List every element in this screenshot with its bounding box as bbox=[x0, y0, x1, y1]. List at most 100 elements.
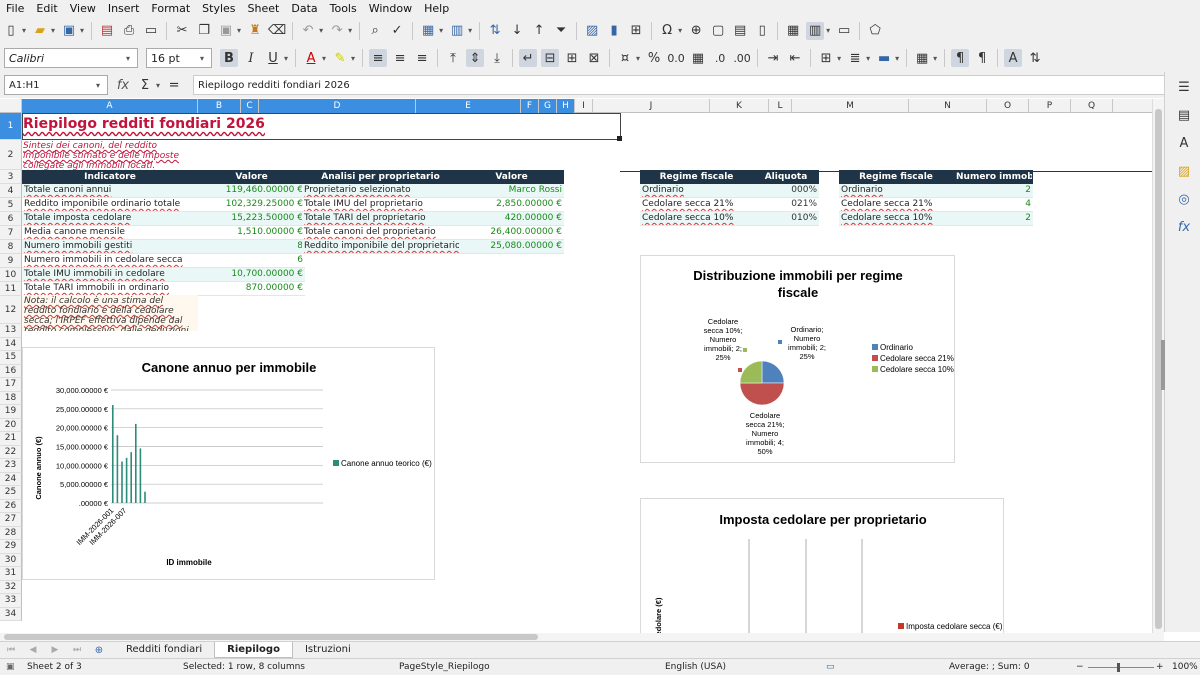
navigator-icon[interactable]: ◎ bbox=[1175, 190, 1193, 208]
menu-help[interactable]: Help bbox=[424, 2, 449, 15]
row-header-8[interactable]: 8 bbox=[0, 240, 22, 254]
column-header-L[interactable]: L bbox=[769, 99, 792, 113]
row-header-34[interactable]: 34 bbox=[0, 607, 22, 621]
row-header-24[interactable]: 24 bbox=[0, 472, 22, 486]
redo-icon[interactable]: ↷ bbox=[328, 22, 346, 40]
row-header-7[interactable]: 7 bbox=[0, 226, 22, 240]
menu-file[interactable]: File bbox=[6, 2, 24, 15]
row-header-11[interactable]: 11 bbox=[0, 282, 22, 296]
regime_rates-cell[interactable]: Ordinario bbox=[640, 184, 753, 198]
regime_rates-cell[interactable]: 010% bbox=[753, 212, 819, 226]
align-right-icon[interactable]: ≡ bbox=[413, 49, 431, 67]
regime_counts-header[interactable]: Numero immobili bbox=[953, 170, 1033, 184]
row-header-13[interactable]: 13 bbox=[0, 324, 22, 338]
selection-mode-icon[interactable]: ▭ bbox=[826, 662, 835, 672]
menu-styles[interactable]: Styles bbox=[202, 2, 235, 15]
freeze-rows-columns-icon[interactable]: ▦ bbox=[784, 22, 802, 40]
percent-format-icon[interactable]: % bbox=[645, 49, 663, 67]
align-middle-icon[interactable]: ⇕ bbox=[466, 49, 485, 67]
align-center-icon[interactable]: ≡ bbox=[391, 49, 409, 67]
row-header-18[interactable]: 18 bbox=[0, 391, 22, 405]
owner-header[interactable]: Valore bbox=[459, 170, 564, 184]
formula-icon[interactable]: = bbox=[165, 76, 183, 94]
split-window-icon[interactable]: ▥ bbox=[806, 21, 825, 40]
regime_rates-header[interactable]: Aliquota bbox=[753, 170, 819, 184]
owner-cell[interactable]: 26,400.00000 € bbox=[459, 226, 564, 240]
regime_counts-cell[interactable]: Cedolare secca 21% bbox=[839, 198, 953, 212]
highlight-color-icon[interactable]: ✎ bbox=[331, 49, 349, 67]
function-wizard-icon[interactable]: fx bbox=[114, 76, 132, 94]
horizontal-scrollbar[interactable] bbox=[0, 633, 1164, 641]
font-color-icon[interactable]: A bbox=[302, 49, 320, 67]
indicators-cell[interactable]: 119,460.00000 € bbox=[198, 184, 305, 198]
formula-input[interactable]: Riepilogo redditi fondiari 2026 bbox=[193, 75, 1169, 95]
indicators-cell[interactable]: 870.00000 € bbox=[198, 282, 305, 296]
regime_counts-cell[interactable]: 2 bbox=[953, 212, 1033, 226]
properties-icon[interactable]: ▤ bbox=[1175, 106, 1193, 124]
row-header-30[interactable]: 30 bbox=[0, 553, 22, 567]
owner-cell[interactable]: Totale TARI del proprietario bbox=[302, 212, 459, 226]
row-header-1[interactable]: 1 bbox=[0, 113, 22, 140]
row-header-31[interactable]: 31 bbox=[0, 567, 22, 581]
row-header-4[interactable]: 4 bbox=[0, 184, 22, 198]
row-header-19[interactable]: 19 bbox=[0, 405, 22, 419]
indicators-cell[interactable]: Reddito imponibile ordinario totale bbox=[22, 198, 198, 212]
indicators-cell[interactable]: 1,510.00000 € bbox=[198, 226, 305, 240]
new-document-icon[interactable]: ▯ bbox=[2, 22, 20, 40]
cut-icon[interactable]: ✂ bbox=[173, 22, 191, 40]
row-header-32[interactable]: 32 bbox=[0, 580, 22, 594]
zoom-out-icon[interactable]: − bbox=[1076, 662, 1084, 672]
menu-insert[interactable]: Insert bbox=[108, 2, 140, 15]
decrease-indent-icon[interactable]: ⇤ bbox=[786, 49, 804, 67]
insert-image-icon[interactable]: ▨ bbox=[583, 22, 601, 40]
menu-view[interactable]: View bbox=[70, 2, 96, 15]
indicators-cell[interactable]: Media canone mensile bbox=[22, 226, 198, 240]
shapes-icon[interactable]: ⬠ bbox=[866, 22, 884, 40]
owner-cell[interactable]: Totale IMU del proprietario bbox=[302, 198, 459, 212]
status-pagestyle[interactable]: PageStyle_Riepilogo bbox=[399, 662, 490, 672]
regime_counts-cell[interactable]: 4 bbox=[953, 198, 1033, 212]
hyperlink-icon[interactable]: ⊕ bbox=[687, 22, 705, 40]
date-format-icon[interactable]: ▦ bbox=[689, 49, 707, 67]
owner-cell[interactable]: 2,850.00000 € bbox=[459, 198, 564, 212]
last-sheet-icon[interactable]: ⏭ bbox=[68, 641, 86, 659]
indicators-cell[interactable]: 8 bbox=[198, 240, 305, 254]
horizontal-scroll-thumb[interactable] bbox=[4, 634, 538, 640]
styles-icon[interactable]: A bbox=[1175, 134, 1193, 152]
column-header-E[interactable]: E bbox=[416, 99, 521, 113]
row-header-21[interactable]: 21 bbox=[0, 432, 22, 446]
indicators-cell[interactable]: 6 bbox=[198, 254, 305, 268]
row-header-12[interactable]: 12 bbox=[0, 296, 22, 324]
undo-icon[interactable]: ↶ bbox=[299, 22, 317, 40]
column-header-N[interactable]: N bbox=[909, 99, 987, 113]
column-icon[interactable]: ▥ bbox=[448, 22, 466, 40]
indicators-header[interactable]: Indicatore bbox=[22, 170, 198, 184]
align-bottom-icon[interactable]: ⤓ bbox=[488, 49, 506, 67]
row-icon[interactable]: ▦ bbox=[419, 22, 437, 40]
fill-handle[interactable] bbox=[617, 136, 622, 141]
sheet-tab-2[interactable]: Riepilogo bbox=[214, 642, 293, 658]
prev-sheet-icon[interactable]: ◀ bbox=[24, 641, 42, 659]
wrap-text-icon[interactable]: ↵ bbox=[519, 49, 538, 67]
status-language[interactable]: English (USA) bbox=[665, 662, 726, 672]
row-header-6[interactable]: 6 bbox=[0, 212, 22, 226]
column-header-C[interactable]: C bbox=[241, 99, 259, 113]
row-header-33[interactable]: 33 bbox=[0, 594, 22, 608]
indicators-cell[interactable]: Totale IMU immobili in cedolare bbox=[22, 268, 198, 282]
owner-cell[interactable]: Totale canoni del proprietario bbox=[302, 226, 459, 240]
regime_rates-cell[interactable]: 000% bbox=[753, 184, 819, 198]
row-header-23[interactable]: 23 bbox=[0, 459, 22, 473]
currency-format-icon[interactable]: ¤ bbox=[616, 49, 634, 67]
merge-cells-icon[interactable]: ⊞ bbox=[563, 49, 581, 67]
indicators-cell[interactable]: Numero immobili in cedolare secca bbox=[22, 254, 198, 268]
chart-canone-annuo[interactable]: Canone annuo per immobile 30,000.00000 € 2… bbox=[22, 347, 435, 580]
sort-descending-icon[interactable]: ↑ bbox=[530, 22, 548, 40]
print-icon[interactable]: ⎙ bbox=[120, 22, 138, 40]
indicators-cell[interactable]: Totale imposta cedolare bbox=[22, 212, 198, 226]
special-character-icon[interactable]: Ω bbox=[658, 22, 676, 40]
comment-icon[interactable]: ▢ bbox=[709, 22, 727, 40]
add-decimal-icon[interactable]: .0 bbox=[711, 49, 729, 67]
border-style-icon[interactable]: ≣ bbox=[846, 49, 864, 67]
font-size-combo[interactable]: 16 pt ▾ bbox=[146, 48, 212, 68]
column-header-P[interactable]: P bbox=[1029, 99, 1071, 113]
